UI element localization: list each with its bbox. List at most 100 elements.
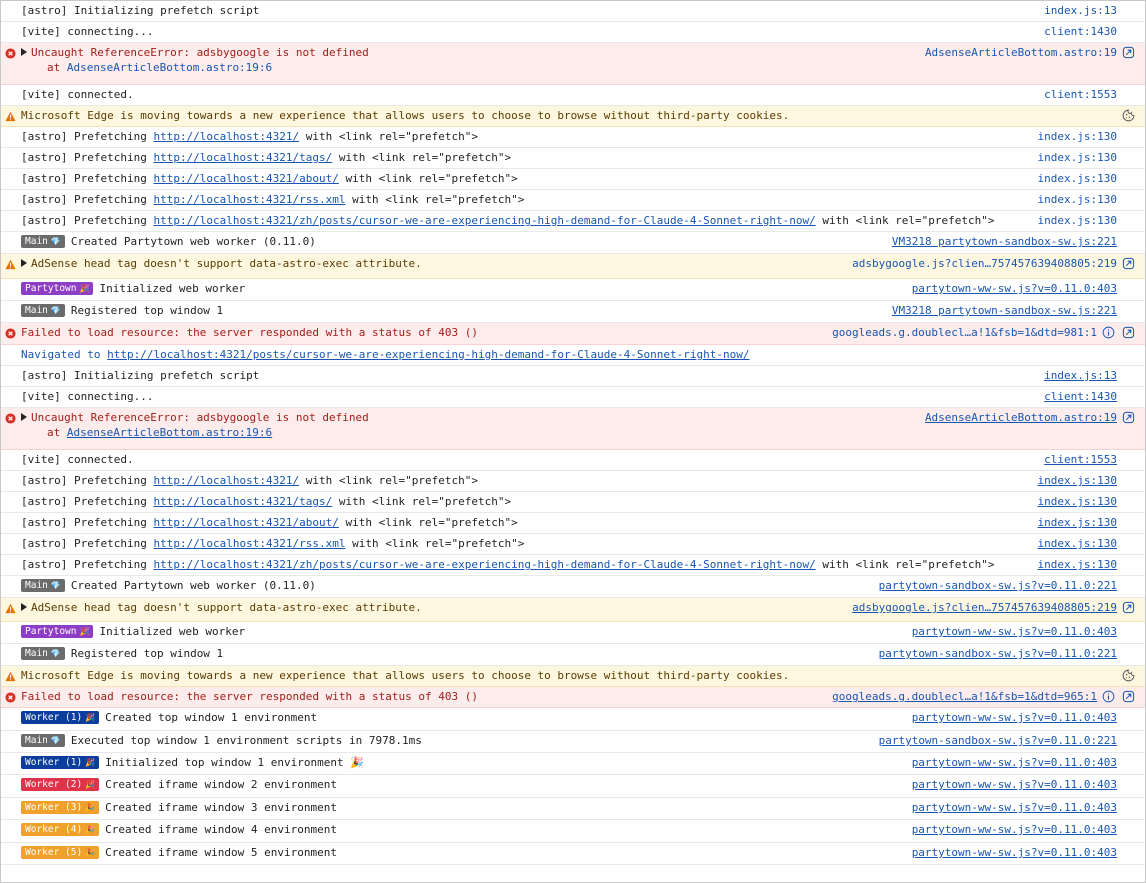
console-error-row: Uncaught ReferenceError: adsbygoogle is … [1,43,1145,85]
message-text: Created top window 1 environment [105,711,318,724]
source-location-link[interactable]: index.js:130 [1038,171,1117,186]
console-warning-row: Microsoft Edge is moving towards a new e… [1,666,1145,687]
source-location-link[interactable]: client:1430 [1044,389,1117,404]
url-link[interactable]: http://localhost:4321/ [153,474,299,487]
expand-triangle-icon[interactable] [21,48,27,56]
source-location-link[interactable]: VM3218 partytown-sandbox-sw.js:221 [892,303,1117,318]
stack-trace-link[interactable]: AdsenseArticleBottom.astro:19:6 [67,426,272,439]
source-location-link[interactable]: partytown-sandbox-sw.js?v=0.11.0:221 [879,646,1117,661]
cookie-icon[interactable] [1122,669,1135,682]
badge-label: Partytown [25,626,77,637]
stack-trace-link[interactable]: AdsenseArticleBottom.astro:19:6 [67,61,272,74]
expand-triangle-icon[interactable] [21,603,27,611]
badge-label: Main [25,236,48,247]
badge-label: Worker (4) [25,824,83,835]
ai-explain-icon[interactable] [1122,46,1135,59]
console-log-row: Main 💎 Registered top window 1 partytown-sa… [1,644,1145,666]
badge-main: Main 💎 [21,304,65,317]
expand-triangle-icon[interactable] [21,413,27,421]
console-log-row: Partytown 🎉 Initialized web worker partytow… [1,622,1145,644]
source-location-link[interactable]: AdsenseArticleBottom.astro:19 [925,45,1117,60]
error-icon [5,48,16,59]
url-link[interactable]: http://localhost:4321/posts/cursor-we-ar… [107,348,749,361]
url-link[interactable]: http://localhost:4321/tags/ [153,151,332,164]
cookie-icon[interactable] [1122,109,1135,122]
ai-explain-icon[interactable] [1122,601,1135,614]
source-location-link[interactable]: adsbygoogle.js?clien…757457639408805:219 [852,256,1117,271]
console-message: [astro] Prefetching http://localhost:432… [21,473,1145,488]
source-location-link[interactable]: partytown-ww-sw.js?v=0.11.0:403 [912,624,1117,639]
console-message: [astro] Initializing prefetch script [21,368,1145,383]
ai-explain-icon[interactable] [1122,326,1135,339]
badge-label: Main [25,648,48,659]
url-link[interactable]: http://localhost:4321/about/ [153,516,338,529]
badge-worker-1: Worker (1) 🎉 [21,756,100,769]
console-log-row: Worker (2) 🎉 Created iframe window 2 envir… [1,775,1145,798]
stack-trace-line: at AdsenseArticleBottom.astro:19:6 [21,425,1145,440]
url-link[interactable]: http://localhost:4321/rss.xml [153,537,345,550]
console-log-row: [astro] Prefetching http://localhost:432… [1,190,1145,211]
source-location-link[interactable]: partytown-ww-sw.js?v=0.11.0:403 [912,777,1117,792]
console-log-row: [astro] Prefetching http://localhost:432… [1,513,1145,534]
source-location-link[interactable]: index.js:130 [1038,192,1117,207]
console-log-row: [vite] connecting... client:1430 [1,22,1145,43]
console-log-row: Main 💎 Created Partytown web worker (0.11.… [1,232,1145,254]
url-link[interactable]: http://localhost:4321/zh/posts/cursor-we… [153,214,815,227]
badge-emoji: 🎉 [85,758,96,767]
source-location-link[interactable]: client:1553 [1044,87,1117,102]
source-location-link[interactable]: VM3218 partytown-sandbox-sw.js:221 [892,234,1117,249]
source-location-link[interactable]: partytown-sandbox-sw.js?v=0.11.0:221 [879,578,1117,593]
source-location-link[interactable]: index.js:130 [1038,557,1117,572]
console-warning-row: AdSense head tag doesn't support data-as… [1,598,1145,622]
console-error-row: Failed to load resource: the server resp… [1,323,1145,345]
source-location-link[interactable]: partytown-ww-sw.js?v=0.11.0:403 [912,822,1117,837]
url-link[interactable]: http://localhost:4321/rss.xml [153,193,345,206]
url-link[interactable]: http://localhost:4321/tags/ [153,495,332,508]
ai-explain-icon[interactable] [1122,690,1135,703]
source-location-link[interactable]: googleads.g.doublecl…a!1&fsb=1&dtd=981:1 [832,325,1097,340]
source-location-link[interactable]: partytown-ww-sw.js?v=0.11.0:403 [912,800,1117,815]
source-location-link[interactable]: index.js:130 [1038,515,1117,530]
info-icon[interactable] [1102,326,1115,339]
expand-triangle-icon[interactable] [21,259,27,267]
console-log-row: [astro] Prefetching http://localhost:432… [1,555,1145,576]
source-location-link[interactable]: index.js:130 [1038,494,1117,509]
source-location-link[interactable]: partytown-ww-sw.js?v=0.11.0:403 [912,845,1117,860]
source-location-link[interactable]: googleads.g.doublecl…a!1&fsb=1&dtd=965:1 [832,689,1097,704]
message-prefix: [astro] Prefetching [21,172,154,185]
source-location-link[interactable]: index.js:130 [1038,150,1117,165]
source-location-link[interactable]: partytown-sandbox-sw.js?v=0.11.0:221 [879,733,1117,748]
source-location-link[interactable]: index.js:130 [1038,213,1117,228]
url-link[interactable]: http://localhost:4321/zh/posts/cursor-we… [153,558,815,571]
console-log-row: [astro] Initializing prefetch script inde… [1,1,1145,22]
console-message: [astro] Initializing prefetch script [21,3,1145,18]
ai-explain-icon[interactable] [1122,257,1135,270]
source-location-link[interactable]: index.js:13 [1044,3,1117,18]
source-location-link[interactable]: AdsenseArticleBottom.astro:19 [925,410,1117,425]
source-location-link[interactable]: index.js:130 [1038,536,1117,551]
source-location-link[interactable]: client:1430 [1044,24,1117,39]
badge-main: Main 💎 [21,734,65,747]
badge-label: Main [25,580,48,591]
source-location-link[interactable]: partytown-ww-sw.js?v=0.11.0:403 [912,755,1117,770]
url-link[interactable]: http://localhost:4321/ [153,130,299,143]
console-log-row: [astro] Prefetching http://localhost:432… [1,471,1145,492]
url-link[interactable]: http://localhost:4321/about/ [153,172,338,185]
source-location-link[interactable]: index.js:130 [1038,129,1117,144]
console-message: Navigated to http://localhost:4321/posts… [21,347,1145,362]
source-location-link[interactable]: index.js:130 [1038,473,1117,488]
console-log-row: [astro] Prefetching http://localhost:432… [1,211,1145,232]
source-location-link[interactable]: index.js:13 [1044,368,1117,383]
console-log-row: Worker (1) 🎉 Created top window 1 environm… [1,708,1145,731]
error-icon [5,692,16,703]
source-location-link[interactable]: adsbygoogle.js?clien…757457639408805:219 [852,600,1117,615]
badge-main: Main 💎 [21,579,65,592]
source-location-link[interactable]: client:1553 [1044,452,1117,467]
message-text: Registered top window 1 [70,647,224,660]
console-log-row: Partytown 🎉 Initialized web worker partytow… [1,279,1145,301]
ai-explain-icon[interactable] [1122,411,1135,424]
source-location-link[interactable]: partytown-ww-sw.js?v=0.11.0:403 [912,710,1117,725]
badge-emoji: 🎉 [85,803,96,812]
info-icon[interactable] [1102,690,1115,703]
source-location-link[interactable]: partytown-ww-sw.js?v=0.11.0:403 [912,281,1117,296]
